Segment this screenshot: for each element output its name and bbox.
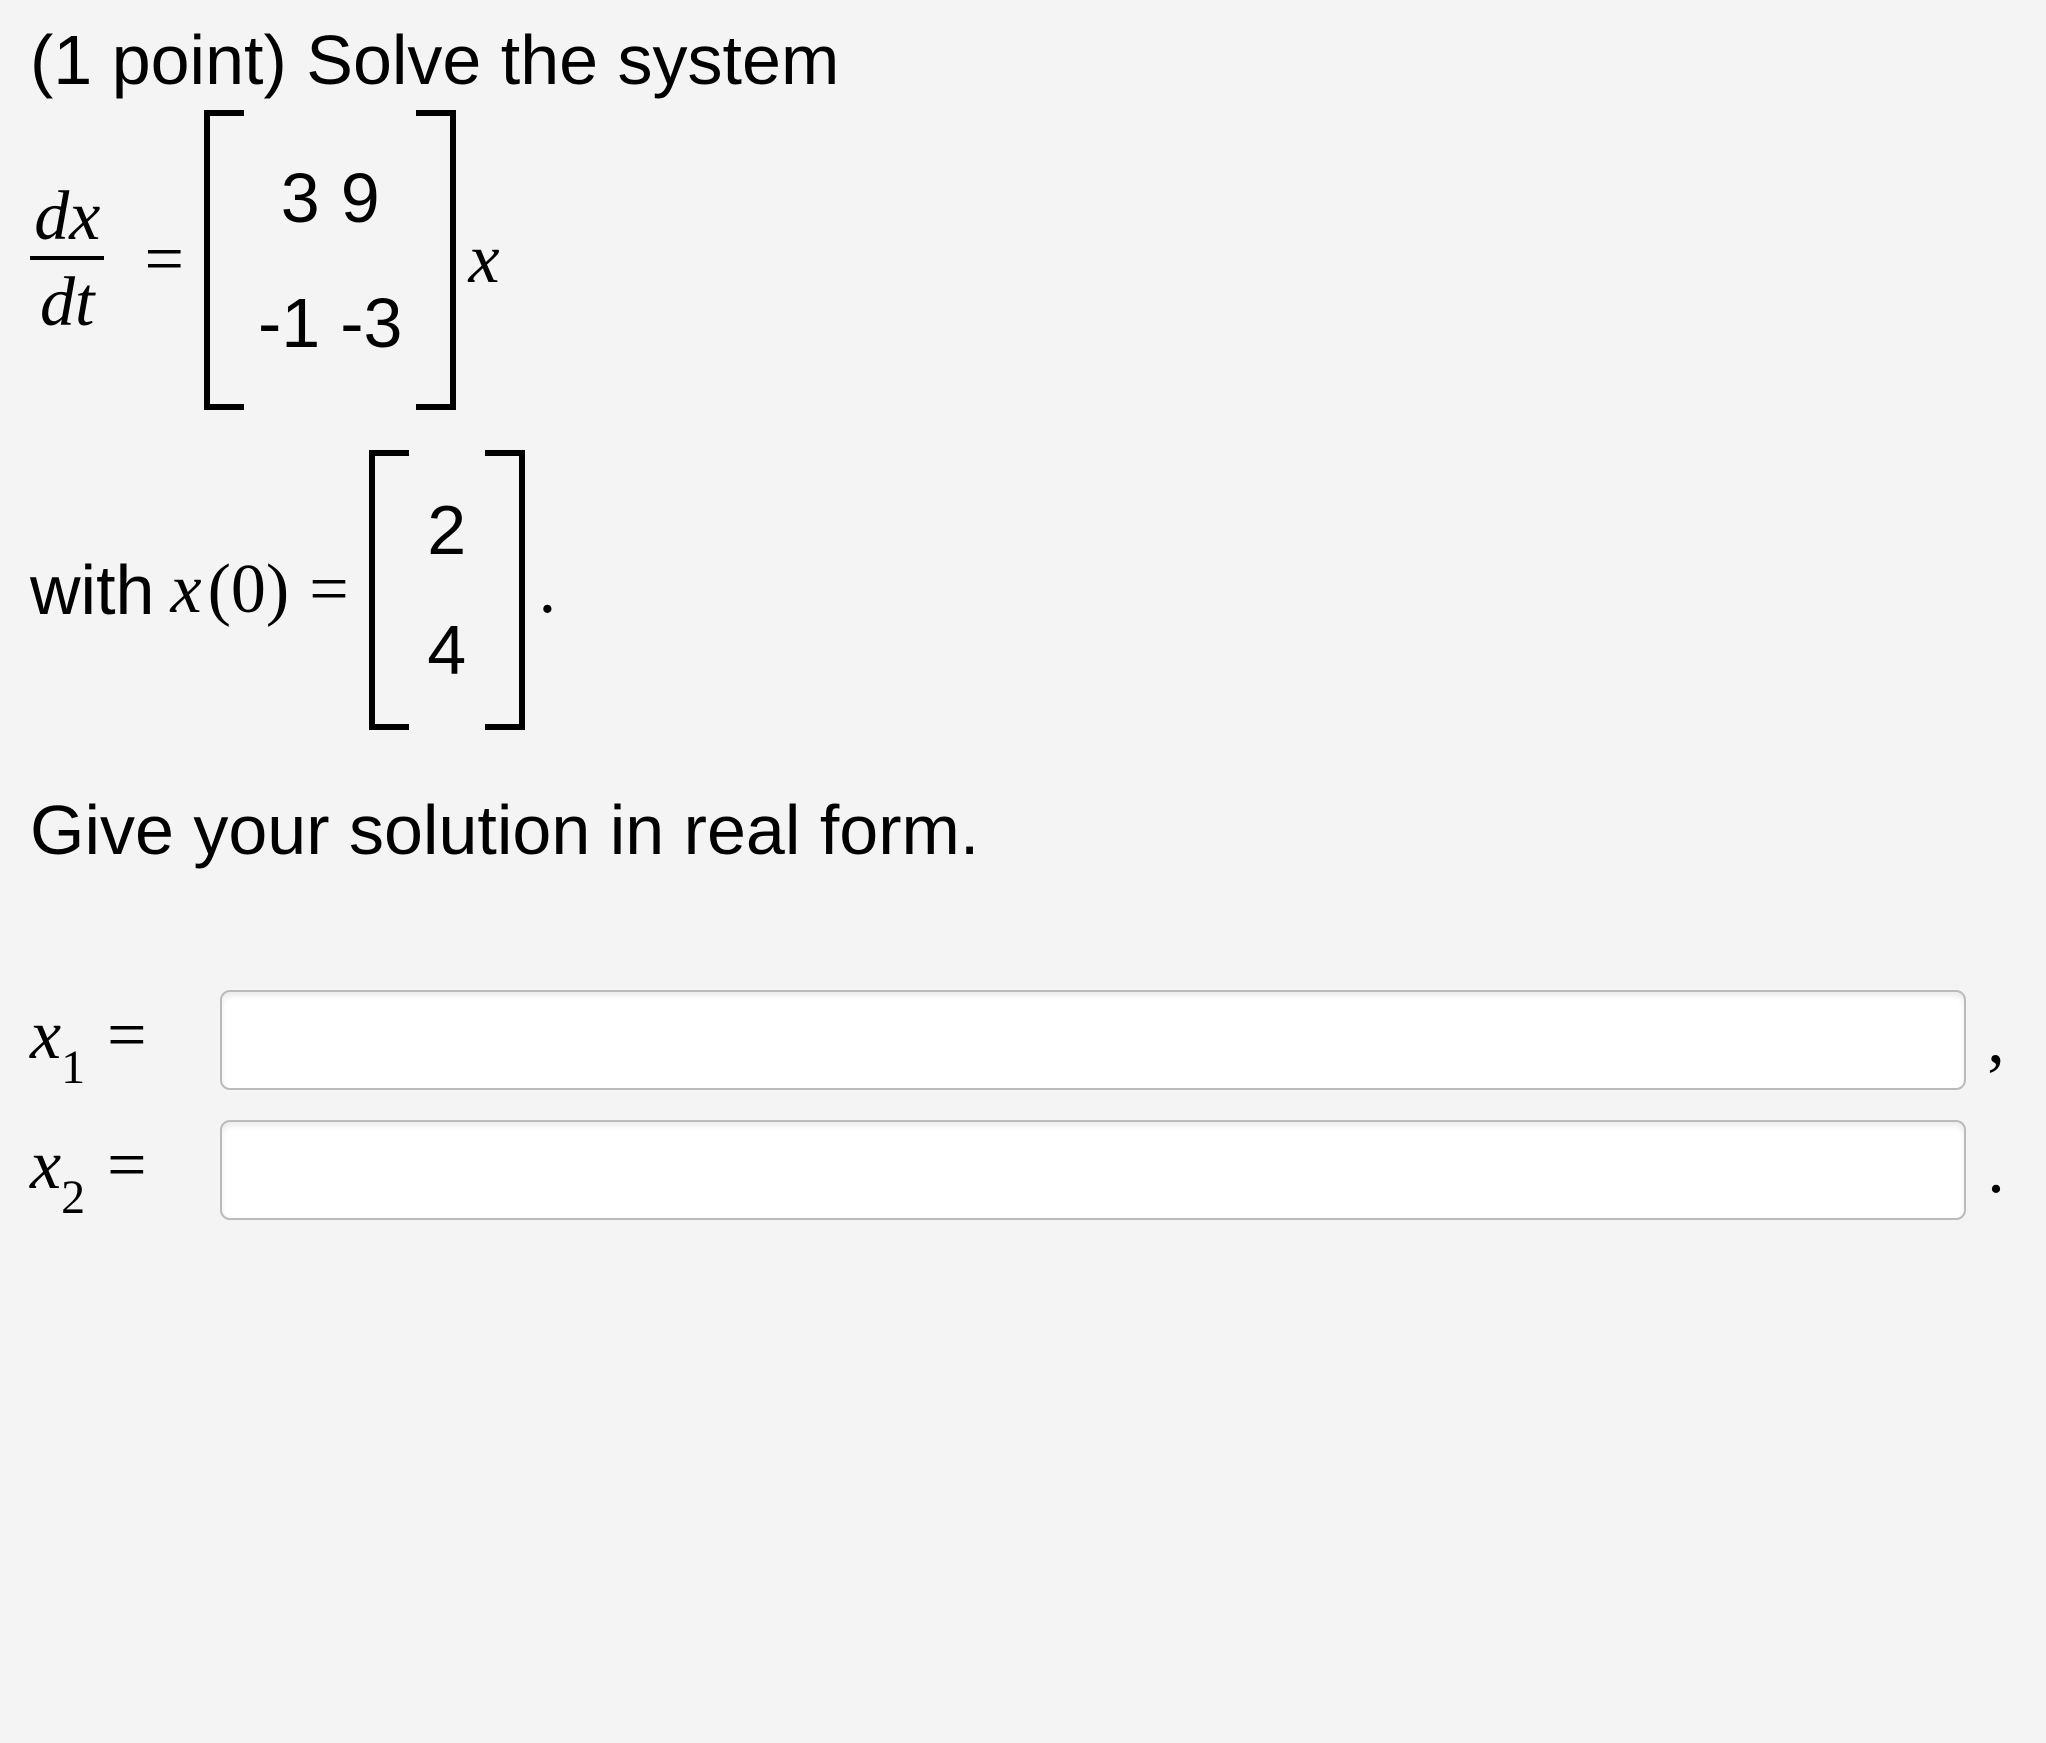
differential-equation: dx dt = 3 9 -1 -3 x [30,110,2016,410]
coefficient-matrix: 3 9 -1 -3 [204,110,457,410]
fraction-denominator: dt [30,256,104,338]
points-label: (1 point) [30,21,306,99]
matrix-a21: -1 [258,288,320,358]
matrix-body: 3 9 -1 -3 [244,110,417,410]
problem-page: (1 point) Solve the system dx dt = 3 9 -… [0,0,2046,1743]
instruction-text: Give your solution in real form. [30,790,2016,870]
answer-row-x1: x1 = , [30,990,2016,1090]
answer-row-x2: x2 = . [30,1120,2016,1220]
bracket-right-icon [416,110,456,410]
bracket-left-icon [369,450,409,730]
x1-input[interactable] [220,990,1966,1090]
x2-equals: = [85,1127,150,1204]
ic-row-1: 2 [427,495,467,565]
x1-label: x1 = [30,996,220,1085]
vector-variable-x: x [468,220,499,300]
ic-row-2: 4 [427,615,467,685]
equals-sign: = [144,220,183,300]
x1-subscript: 1 [61,1041,85,1094]
x1-trailing-comma: , [1976,1000,2016,1080]
matrix-row-1: 3 9 [258,163,403,233]
x2-label: x2 = [30,1126,220,1215]
ic-vector-body: 2 4 [409,450,485,730]
matrix-a11: 3 [280,163,320,233]
x2-input[interactable] [220,1120,1966,1220]
x2-var: x [30,1127,61,1204]
x2-subscript: 2 [61,1171,85,1224]
prompt-text: Solve the system [306,21,839,99]
x2-trailing-period: . [1976,1130,2016,1210]
prompt-line: (1 point) Solve the system [30,20,2016,100]
dx-dt-fraction: dx dt [30,182,104,338]
bracket-left-icon [204,110,244,410]
initial-condition: with x(0) = 2 4 . [30,450,2016,730]
fraction-numerator: dx [30,182,104,256]
bracket-right-icon [485,450,525,730]
ic-argument: (0) [208,550,290,630]
matrix-row-2: -1 -3 [258,288,403,358]
matrix-a12: 9 [340,163,380,233]
x1-equals: = [85,997,150,1074]
matrix-a22: -3 [340,288,402,358]
ic-variable: x [170,550,201,630]
x1-var: x [30,997,61,1074]
ic-period: . [539,550,557,630]
ic-v1: 2 [427,495,467,565]
with-label: with [30,550,154,630]
ic-v2: 4 [427,615,467,685]
initial-vector: 2 4 [369,450,525,730]
ic-equals: = [309,550,348,630]
